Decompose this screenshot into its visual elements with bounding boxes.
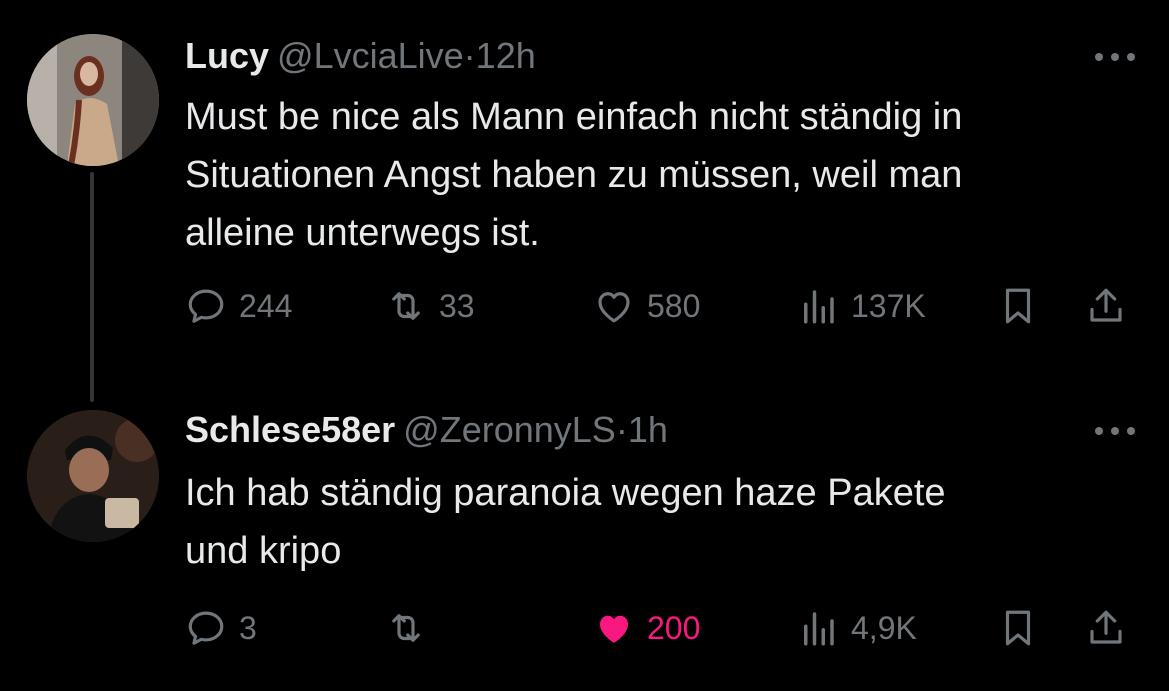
tweet-header: Schlese58er @ZeronnyLS·1h (185, 408, 668, 452)
avatar-schlese58er[interactable] (27, 410, 159, 542)
reply-button[interactable]: 3 (185, 604, 257, 652)
views-count: 4,9K (851, 609, 917, 646)
tweet-text-line: Must be nice als Mann einfach nicht stän… (185, 96, 963, 138)
share-button[interactable] (1085, 282, 1139, 330)
reply-button[interactable]: 244 (185, 282, 292, 330)
share-button[interactable] (1085, 604, 1139, 652)
bookmark-icon (1005, 610, 1031, 646)
retweet-button[interactable] (385, 604, 439, 652)
tweet-text: Ich hab ständig paranoia wegen haze Pake… (185, 464, 1135, 580)
tweet-text: Must be nice als Mann einfach nicht stän… (185, 88, 1135, 262)
timestamp[interactable]: 1h (628, 409, 668, 450)
more-options-icon[interactable] (1093, 50, 1137, 62)
tweet-text-line: Situationen Angst haben zu müssen, weil … (185, 154, 963, 196)
display-name[interactable]: Schlese58er (185, 409, 395, 450)
views-count: 137K (851, 287, 926, 324)
share-icon (1090, 288, 1122, 322)
reply-icon (188, 611, 224, 645)
views-button[interactable]: 137K (797, 282, 926, 330)
user-handle[interactable]: @LvciaLive (277, 35, 464, 76)
views-icon (804, 290, 834, 324)
bookmark-button[interactable] (997, 282, 1051, 330)
tweet-text-line: Ich hab ständig paranoia wegen haze Pake… (185, 472, 946, 514)
bookmark-button[interactable] (997, 604, 1051, 652)
tweet-lucy[interactable]: Lucy @LvciaLive·12h Must be nice als Mann… (0, 0, 1169, 370)
tweet-text-line: und kripo (185, 530, 342, 572)
like-button[interactable]: 200 (593, 604, 700, 652)
tweet-thread: Lucy @LvciaLive·12h Must be nice als Mann… (0, 0, 1169, 691)
like-count: 580 (647, 287, 701, 324)
heart-filled-icon (600, 615, 628, 643)
views-button[interactable]: 4,9K (797, 604, 917, 652)
avatar-lucy[interactable] (27, 34, 159, 166)
reply-icon (188, 289, 224, 323)
user-handle[interactable]: @ZeronnyLS (403, 409, 616, 450)
tweet-actions: 244 33 580 137K (185, 282, 1140, 330)
display-name[interactable]: Lucy (185, 35, 269, 76)
like-button[interactable]: 580 (593, 282, 700, 330)
heart-icon (598, 292, 630, 323)
tweet-actions: 3 200 4,9K (185, 604, 1140, 652)
views-icon (804, 612, 834, 646)
retweet-count: 33 (439, 287, 475, 324)
separator-dot: · (463, 35, 476, 76)
retweet-button[interactable]: 33 (385, 282, 475, 330)
separator-dot: · (615, 409, 628, 450)
retweet-icon (392, 292, 420, 320)
timestamp[interactable]: 12h (476, 35, 536, 76)
tweet-header: Lucy @LvciaLive·12h (185, 34, 536, 78)
reply-count: 3 (239, 609, 257, 646)
retweet-icon (392, 614, 420, 642)
tweet-text-line: alleine unterwegs ist. (185, 212, 540, 254)
bookmark-icon (1005, 288, 1031, 324)
more-options-icon[interactable] (1093, 424, 1137, 436)
like-count: 200 (647, 609, 701, 646)
reply-count: 244 (239, 287, 293, 324)
share-icon (1090, 610, 1122, 644)
tweet-schlese58er[interactable]: Schlese58er @ZeronnyLS·1h Ich hab ständig… (0, 390, 1169, 691)
